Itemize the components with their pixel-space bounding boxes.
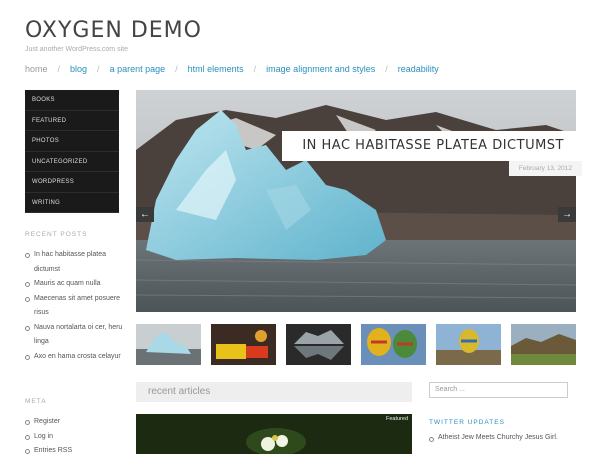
nav-home[interactable]: home — [25, 64, 48, 74]
thumbnail-image — [511, 324, 576, 365]
meta-title: META — [25, 398, 47, 405]
article-image — [136, 414, 412, 454]
slide-caption-title[interactable]: IN HAC HABITASSE PLATEA DICTUMST — [302, 138, 564, 153]
thumbnail-yellow-boats[interactable] — [211, 324, 276, 365]
nav-a-parent-page[interactable]: a parent page — [110, 64, 166, 74]
meta-list: Register Log in Entries RSS — [25, 415, 125, 459]
twitter-list: Atheist Jew Meets Churchy Jesus Girl. — [429, 434, 579, 442]
thumbnail-image — [361, 324, 426, 365]
category-featured[interactable]: FEATURED — [25, 111, 119, 131]
meta-register-link[interactable]: Register — [25, 415, 125, 430]
meta-login-link[interactable]: Log in — [25, 430, 125, 445]
meta-entries-rss-link[interactable]: Entries RSS — [25, 444, 125, 459]
search-input[interactable]: Search ... — [429, 382, 568, 398]
featured-article-image[interactable]: Featured — [136, 414, 412, 454]
slider-prev-button[interactable]: ← — [136, 207, 154, 222]
nav-blog[interactable]: blog — [70, 64, 87, 74]
nav-separator: / — [57, 64, 61, 74]
slider-image — [136, 90, 576, 312]
slider-next-button[interactable]: → — [558, 207, 576, 222]
thumbnail-reflection[interactable] — [286, 324, 351, 365]
category-books[interactable]: BOOKS — [25, 90, 119, 111]
recent-articles-heading: recent articles — [136, 382, 412, 402]
recent-post-link[interactable]: Axo en hama crosta celayur — [25, 350, 125, 365]
nav-html-elements[interactable]: html elements — [188, 64, 244, 74]
nav-image-alignment[interactable]: image alignment and styles — [266, 64, 375, 74]
recent-posts-title: RECENT POSTS — [25, 231, 88, 238]
thumbnail-landscape[interactable] — [511, 324, 576, 365]
thumbnail-balloon-field[interactable] — [436, 324, 501, 365]
recent-post-link[interactable]: Nauva nortalarta oi cer, heru linga — [25, 321, 125, 350]
category-writing[interactable]: WRITING — [25, 193, 119, 213]
slide-caption-date: February 13, 2012 — [508, 161, 582, 176]
nav-separator: / — [97, 64, 100, 74]
thumbnail-iceberg[interactable] — [136, 324, 201, 365]
slide-caption[interactable]: IN HAC HABITASSE PLATEA DICTUMST — [282, 131, 582, 161]
featured-slider[interactable] — [136, 90, 576, 312]
recent-posts-list: In hac habitasse platea dictumst Mauris … — [25, 248, 125, 364]
recent-post-link[interactable]: Mauris ac quam nulla — [25, 277, 125, 292]
category-menu: BOOKS FEATURED PHOTOS UNCATEGORIZED WORD… — [25, 90, 119, 213]
thumbnail-image — [211, 324, 276, 365]
category-photos[interactable]: PHOTOS — [25, 131, 119, 152]
thumbnail-image — [436, 324, 501, 365]
thumbnail-image — [136, 324, 201, 365]
main-nav: home / blog / a parent page / html eleme… — [25, 64, 439, 74]
category-uncategorized[interactable]: UNCATEGORIZED — [25, 152, 119, 172]
category-wordpress[interactable]: WORDPRESS — [25, 172, 119, 193]
tweet-item[interactable]: Atheist Jew Meets Churchy Jesus Girl. — [429, 434, 579, 442]
twitter-updates-title: TWITTER UPDATES — [429, 419, 505, 426]
slider-thumbnails — [136, 324, 580, 365]
site-description: Just another WordPress.com site — [25, 46, 128, 53]
thumbnail-balloons[interactable] — [361, 324, 426, 365]
nav-separator: / — [175, 64, 178, 74]
site-title[interactable]: OXYGEN DEMO — [25, 18, 202, 43]
nav-readability[interactable]: readability — [398, 64, 439, 74]
nav-separator: / — [385, 64, 388, 74]
featured-tag: Featured — [385, 416, 408, 422]
recent-post-link[interactable]: In hac habitasse platea dictumst — [25, 248, 125, 277]
thumbnail-image — [286, 324, 351, 365]
recent-post-link[interactable]: Maecenas sit amet posuere risus — [25, 292, 125, 321]
nav-separator: / — [253, 64, 257, 74]
